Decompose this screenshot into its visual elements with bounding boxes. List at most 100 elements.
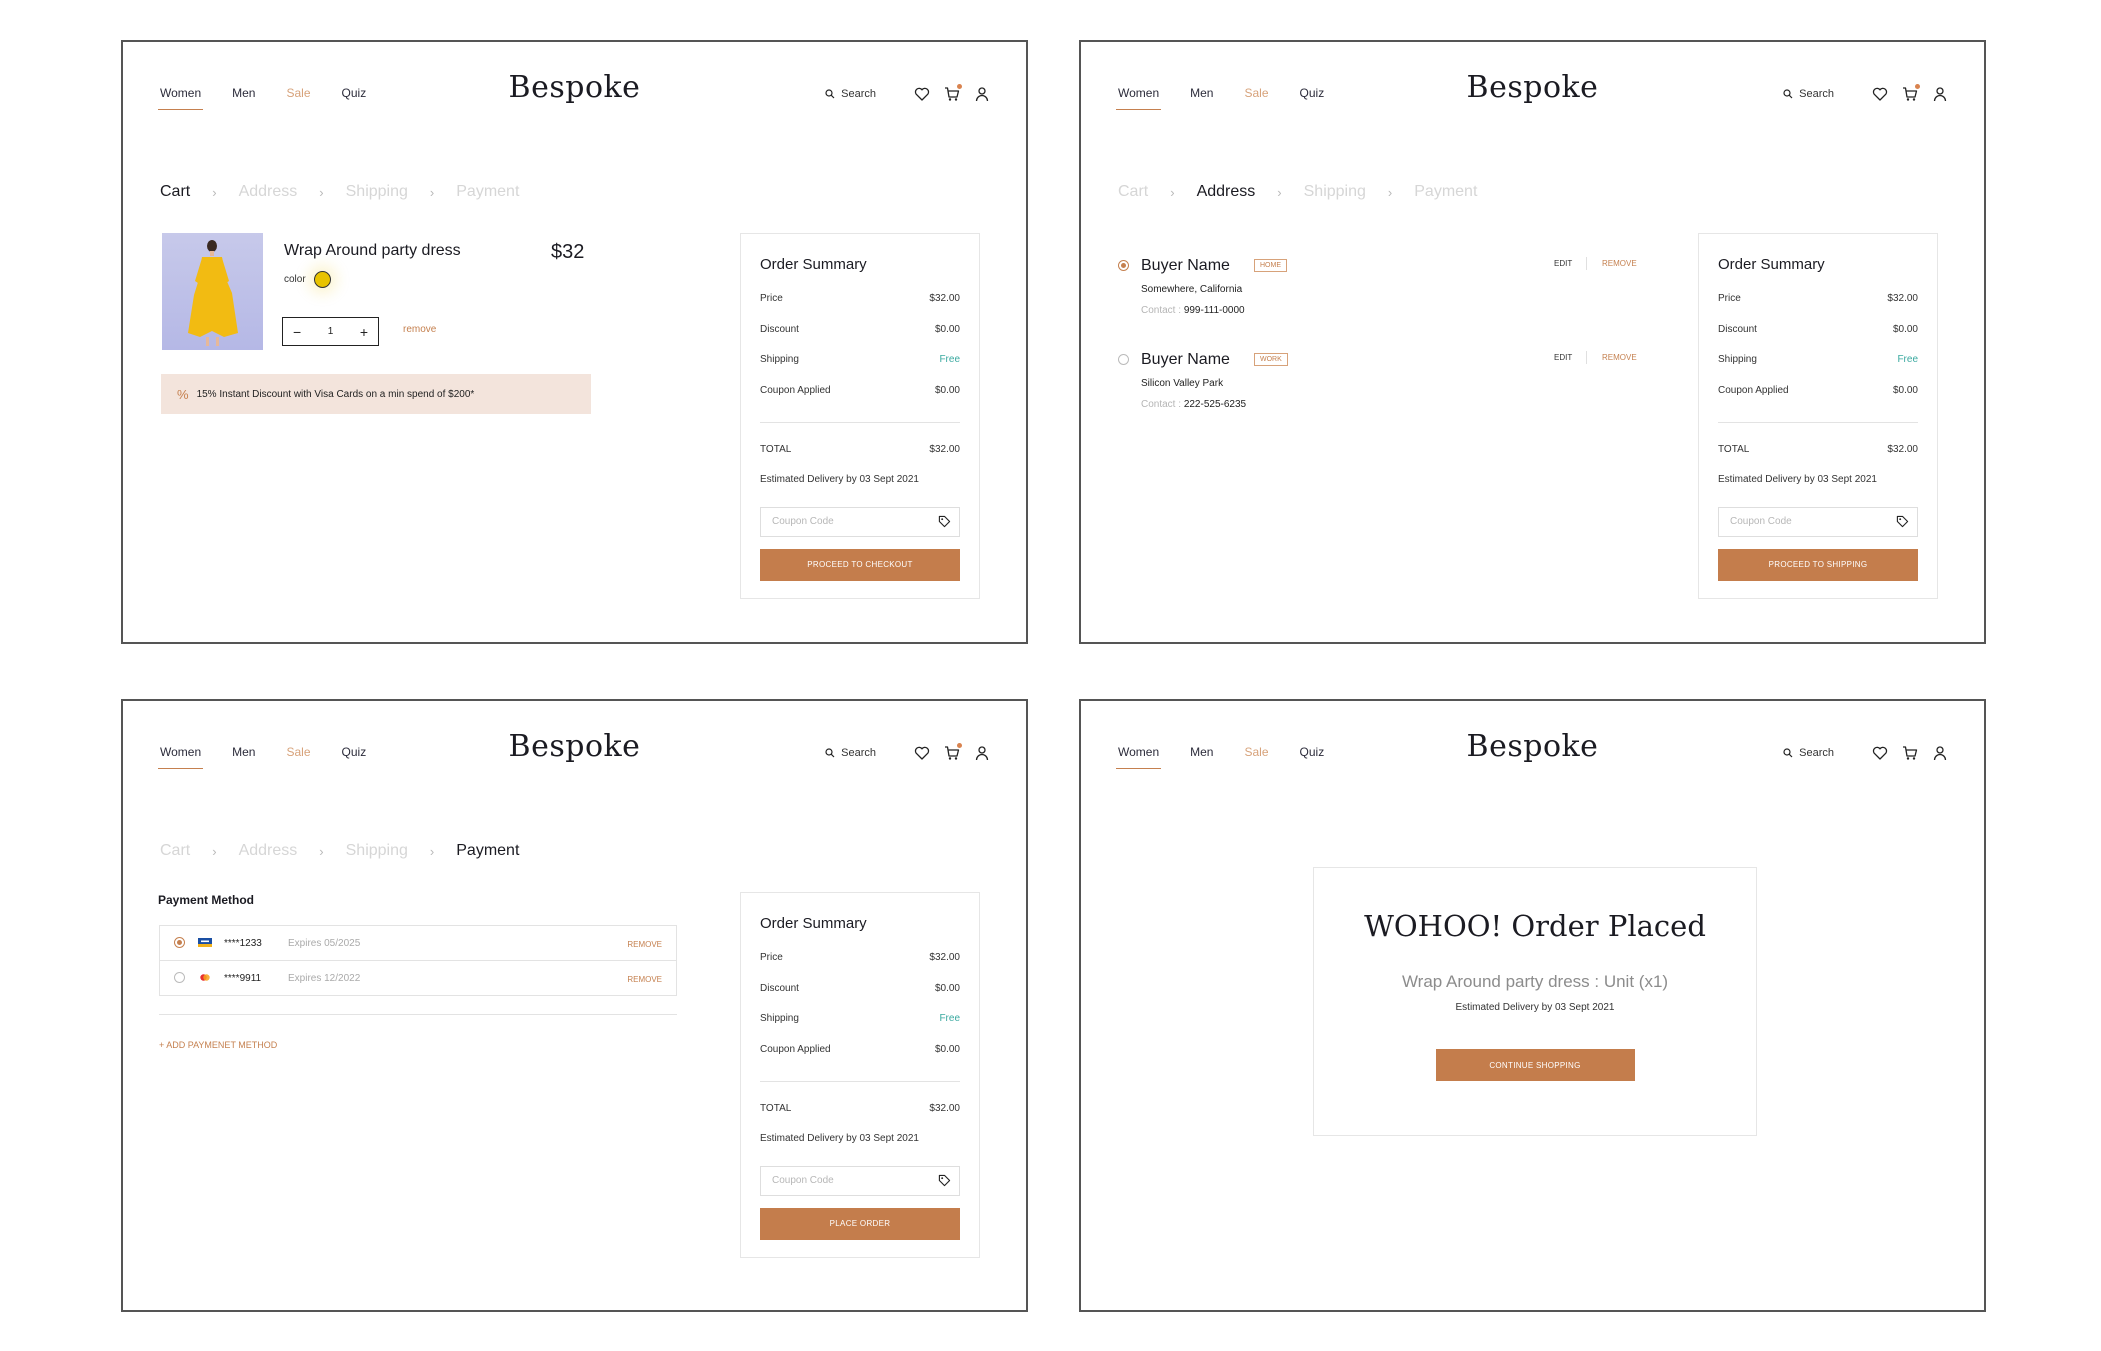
step-payment[interactable]: Payment — [1414, 183, 1477, 201]
address-radio[interactable] — [1118, 354, 1129, 365]
remove-payment-button[interactable]: REMOVE — [627, 975, 662, 984]
step-address[interactable]: Address — [1197, 183, 1256, 201]
order-summary: Order Summary Price $32.00 Discount $0.00 … — [1698, 233, 1938, 599]
step-address[interactable]: Address — [239, 183, 298, 201]
total-label: TOTAL — [1718, 444, 1750, 455]
coupon-input[interactable]: Coupon Code — [760, 1165, 960, 1196]
user-icon[interactable] — [974, 745, 990, 761]
color-label: color — [284, 274, 306, 285]
add-payment-method-link[interactable]: + ADD PAYMENET METHOD — [159, 1040, 277, 1050]
price-value: $32.00 — [1887, 293, 1918, 304]
increment-button[interactable]: + — [360, 324, 368, 340]
product-title[interactable]: Wrap Around party dress — [284, 242, 461, 260]
cart-icon[interactable] — [944, 743, 962, 761]
total-label: TOTAL — [760, 1103, 792, 1114]
cart-badge-dot — [1915, 84, 1920, 89]
contact-label: Contact : — [1141, 305, 1182, 316]
chevron-right-icon: › — [212, 184, 217, 200]
coupon-placeholder: Coupon Code — [772, 1175, 834, 1186]
address-tag: HOME — [1254, 259, 1287, 272]
address-line: Silicon Valley Park — [1141, 378, 1224, 389]
color-swatch[interactable] — [313, 271, 331, 288]
checkout-steps: Cart › Address › Shipping › Payment — [160, 842, 519, 860]
total-value: $32.00 — [1887, 444, 1918, 455]
cart-badge-dot — [957, 84, 962, 89]
coupon-input[interactable]: Coupon Code — [760, 506, 960, 537]
coupon-applied-label: Coupon Applied — [760, 1043, 831, 1055]
discount-label: Discount — [760, 323, 799, 335]
payment-method-row[interactable]: ****1233 Expires 05/2025 REMOVE — [160, 926, 676, 961]
total-value: $32.00 — [929, 444, 960, 455]
total-row: TOTAL $32.00 — [760, 443, 960, 474]
step-shipping[interactable]: Shipping — [346, 842, 408, 860]
remove-item-link[interactable]: remove — [403, 324, 436, 335]
step-address[interactable]: Address — [239, 842, 298, 860]
user-icon[interactable] — [1932, 86, 1948, 102]
price-label: Price — [760, 952, 783, 963]
user-icon[interactable] — [1932, 745, 1948, 761]
cart-icon[interactable] — [944, 84, 962, 102]
heart-icon[interactable] — [914, 86, 930, 102]
estimated-delivery: Estimated Delivery by 03 Sept 2021 — [1455, 1002, 1615, 1013]
step-payment[interactable]: Payment — [456, 842, 519, 860]
step-cart[interactable]: Cart — [160, 183, 190, 201]
search-icon — [1783, 748, 1793, 758]
step-shipping[interactable]: Shipping — [1304, 183, 1366, 201]
product-image[interactable] — [162, 233, 263, 350]
contact-label: Contact : — [1141, 399, 1182, 410]
card-expiry: Expires 12/2022 — [288, 973, 361, 984]
remove-address-button[interactable]: REMOVE — [1602, 353, 1637, 362]
shipping-row: Shipping Free — [760, 1012, 960, 1043]
cart-icon[interactable] — [1902, 745, 1918, 761]
total-value: $32.00 — [929, 1103, 960, 1114]
step-cart[interactable]: Cart — [160, 842, 190, 860]
coupon-applied-label: Coupon Applied — [760, 384, 831, 396]
edit-address-button[interactable]: EDIT — [1554, 353, 1572, 362]
shipping-row: Shipping Free — [760, 353, 960, 384]
heart-icon[interactable] — [914, 745, 930, 761]
quantity-stepper: − 1 + — [282, 317, 379, 346]
search-button[interactable]: Search — [1783, 747, 1834, 759]
proceed-to-checkout-button[interactable]: PROCEED TO CHECKOUT — [760, 548, 960, 581]
payment-radio[interactable] — [174, 972, 185, 983]
payment-method-row[interactable]: ****9911 Expires 12/2022 REMOVE — [160, 961, 676, 995]
buyer-name: Buyer Name — [1141, 351, 1230, 368]
step-shipping[interactable]: Shipping — [346, 183, 408, 201]
decrement-button[interactable]: − — [293, 324, 301, 340]
estimated-delivery: Estimated Delivery by 03 Sept 2021 — [760, 473, 919, 485]
card-number: ****1233 — [224, 938, 262, 949]
quantity-value[interactable]: 1 — [328, 326, 334, 337]
coupon-input[interactable]: Coupon Code — [1718, 506, 1918, 537]
edit-address-button[interactable]: EDIT — [1554, 259, 1572, 268]
continue-shopping-button[interactable]: CONTINUE SHOPPING — [1435, 1049, 1635, 1081]
heart-icon[interactable] — [1872, 745, 1888, 761]
product-price: $32 — [551, 241, 585, 263]
user-icon[interactable] — [974, 86, 990, 102]
discount-row: Discount $0.00 — [760, 323, 960, 354]
cart-icon[interactable] — [1902, 84, 1920, 102]
step-payment[interactable]: Payment — [456, 183, 519, 201]
shipping-value: Free — [1897, 354, 1918, 365]
step-cart[interactable]: Cart — [1118, 183, 1148, 201]
payment-radio[interactable] — [174, 937, 185, 948]
search-icon — [825, 89, 835, 99]
summary-title: Order Summary — [760, 256, 867, 273]
search-button[interactable]: Search — [1783, 88, 1834, 100]
search-button[interactable]: Search — [825, 88, 876, 100]
order-summary: Order Summary Price $32.00 Discount $0.00 … — [740, 233, 980, 599]
place-order-button[interactable]: PLACE ORDER — [760, 1207, 960, 1240]
price-value: $32.00 — [929, 952, 960, 963]
summary-divider — [760, 422, 960, 423]
checkout-steps: Cart › Address › Shipping › Payment — [1118, 183, 1477, 201]
remove-address-button[interactable]: REMOVE — [1602, 259, 1637, 268]
heart-icon[interactable] — [1872, 86, 1888, 102]
estimated-delivery: Estimated Delivery by 03 Sept 2021 — [760, 1132, 919, 1144]
percent-icon: % — [177, 386, 189, 402]
search-button[interactable]: Search — [825, 747, 876, 759]
remove-payment-button[interactable]: REMOVE — [627, 940, 662, 949]
header-tools: Search — [825, 743, 990, 761]
proceed-to-shipping-button[interactable]: PROCEED TO SHIPPING — [1718, 548, 1918, 581]
payment-screen: Women Men Sale Quiz Bespoke Search Cart … — [121, 699, 1028, 1312]
divider — [1586, 351, 1587, 364]
address-radio[interactable] — [1118, 260, 1129, 271]
